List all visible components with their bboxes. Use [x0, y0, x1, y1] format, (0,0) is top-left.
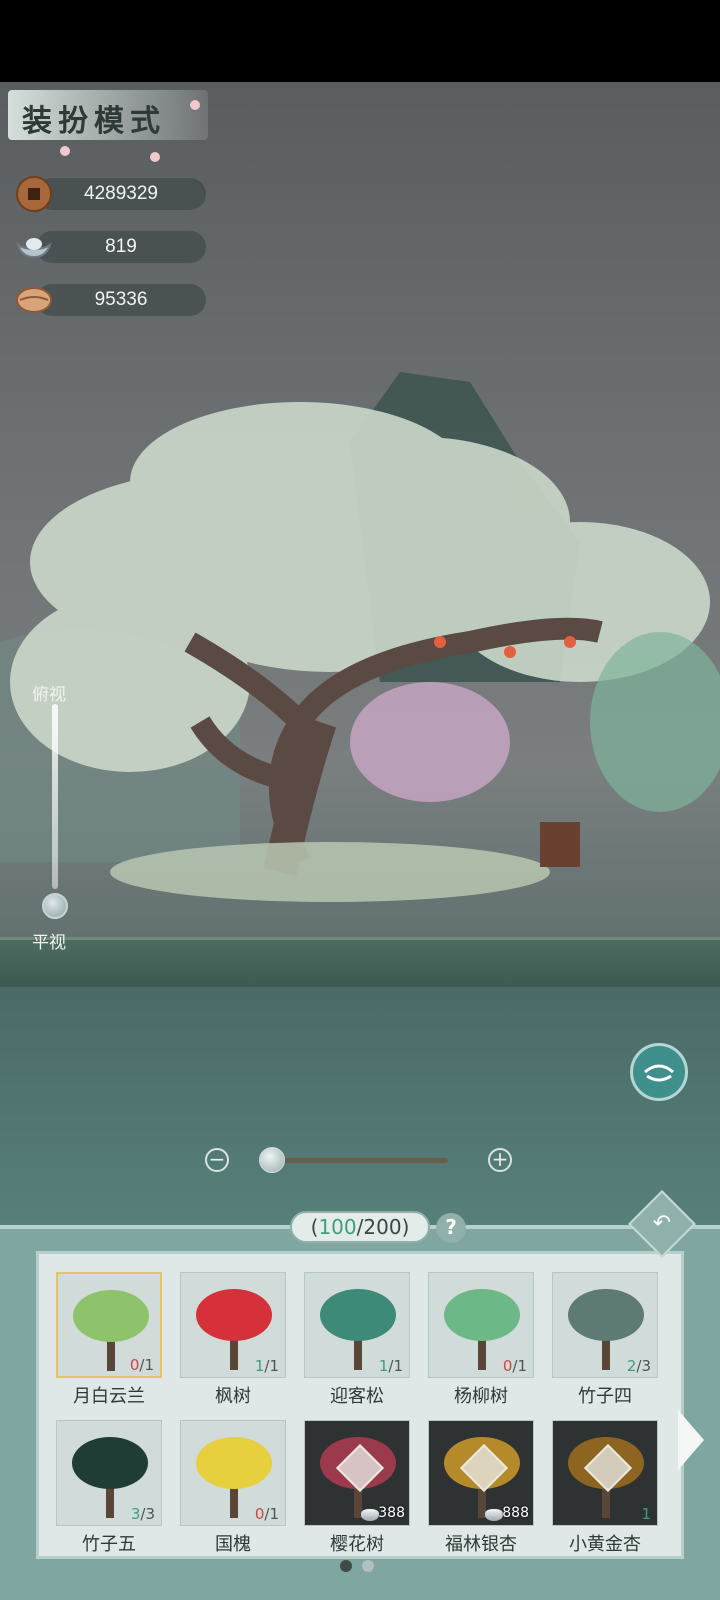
hide-ui-button[interactable]: [630, 1043, 688, 1101]
zoom-slider[interactable]: [270, 1158, 448, 1163]
item-count: 0/1: [254, 1505, 279, 1523]
inventory-item[interactable]: 388 樱花树: [304, 1420, 410, 1556]
camera-angle-slider[interactable]: [52, 704, 58, 889]
item-thumbnail[interactable]: 1: [552, 1420, 658, 1526]
inventory-item[interactable]: 0/1 国槐: [180, 1420, 286, 1556]
item-name: 樱花树: [330, 1534, 384, 1555]
item-thumbnail[interactable]: 3/3: [56, 1420, 162, 1526]
page-dot[interactable]: [340, 1560, 352, 1572]
silver-ingot-icon: [485, 1509, 503, 1521]
item-thumbnail[interactable]: 1/1: [180, 1272, 286, 1378]
placement-counter: (100/200): [290, 1211, 430, 1243]
item-count: 1/1: [378, 1357, 403, 1375]
item-thumbnail[interactable]: 0/1: [56, 1272, 162, 1378]
inventory-item[interactable]: 888 福林银杏: [428, 1420, 534, 1556]
item-name: 福林银杏: [445, 1534, 517, 1555]
item-count: 0/1: [502, 1357, 527, 1375]
zoom-handle[interactable]: [259, 1147, 285, 1173]
blossom-icon: [60, 146, 70, 156]
item-price: 888: [502, 1505, 529, 1521]
camera-side-view-label: 平视: [32, 933, 66, 953]
item-thumbnail[interactable]: 1/1: [304, 1272, 410, 1378]
silver-ingot-icon: [16, 238, 52, 259]
page-dot[interactable]: [362, 1560, 374, 1572]
zoom-out-button[interactable]: −: [205, 1148, 229, 1172]
eye-closed-icon: [644, 1064, 674, 1082]
currency-copper: 4289329: [14, 176, 206, 212]
shell-icon: [16, 287, 52, 313]
item-name: 竹子四: [578, 1386, 632, 1407]
copper-coin-count: 4289329: [84, 183, 158, 204]
item-name: 月白云兰: [73, 1386, 145, 1407]
item-thumbnail[interactable]: 0/1: [428, 1272, 534, 1378]
item-name: 国槐: [215, 1534, 251, 1555]
zoom-in-button[interactable]: +: [488, 1148, 512, 1172]
item-price: 388: [378, 1505, 405, 1521]
inventory-item[interactable]: 1 小黄金杏: [552, 1420, 658, 1556]
item-name: 小黄金杏: [569, 1534, 641, 1555]
camera-angle-handle[interactable]: [42, 893, 68, 919]
item-thumbnail[interactable]: 888: [428, 1420, 534, 1526]
item-count: 1/1: [254, 1357, 279, 1375]
blossom-icon: [150, 152, 160, 162]
mode-title-tag: 装扮模式: [8, 90, 208, 140]
inventory-item[interactable]: 1/1 迎客松: [304, 1272, 410, 1408]
item-thumbnail[interactable]: 0/1: [180, 1420, 286, 1526]
item-name: 杨柳树: [454, 1386, 508, 1407]
item-count: 2/3: [626, 1357, 651, 1375]
silver-ingot-icon: [361, 1509, 379, 1521]
placement-capacity: 200: [363, 1215, 402, 1239]
help-button[interactable]: ?: [436, 1213, 466, 1243]
item-thumbnail[interactable]: 2/3: [552, 1272, 658, 1378]
shell-count: 95336: [94, 289, 148, 310]
inventory-item[interactable]: 0/1 月白云兰: [56, 1272, 162, 1408]
copper-coin-icon: [16, 176, 52, 212]
silver-ingot-count: 819: [105, 236, 137, 257]
item-name: 竹子五: [82, 1534, 136, 1555]
inventory-item[interactable]: 1/1 枫树: [180, 1272, 286, 1408]
stone-embankment: [0, 937, 720, 987]
currency-silver: 819: [14, 231, 206, 263]
mode-title: 装扮模式: [22, 104, 166, 139]
currency-shell: 95336: [14, 284, 206, 316]
inventory-item[interactable]: 2/3 竹子四: [552, 1272, 658, 1408]
placed-count: 100: [318, 1215, 357, 1239]
camera-top-view-label: 俯视: [32, 685, 66, 705]
inventory-item[interactable]: 3/3 竹子五: [56, 1420, 162, 1556]
blossom-icon: [190, 100, 200, 110]
item-count: 3/3: [130, 1505, 155, 1523]
item-thumbnail[interactable]: 388: [304, 1420, 410, 1526]
item-count: 1: [641, 1505, 651, 1523]
item-count: 0/1: [129, 1356, 154, 1374]
next-page-arrow-icon[interactable]: [678, 1410, 704, 1470]
item-name: 枫树: [215, 1386, 251, 1407]
item-name: 迎客松: [330, 1386, 384, 1407]
inventory-item[interactable]: 0/1 杨柳树: [428, 1272, 534, 1408]
undo-icon: ↶: [652, 1211, 672, 1236]
